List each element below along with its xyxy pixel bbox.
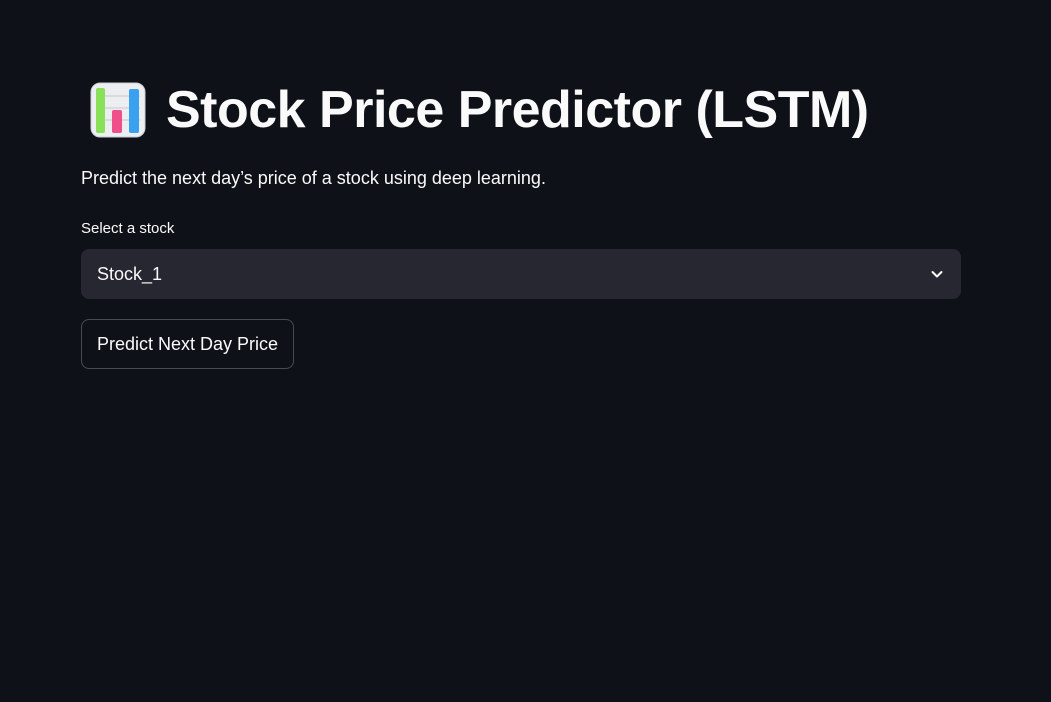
page-subtitle: Predict the next day’s price of a stock … [81, 168, 546, 188]
predict-next-day-price-button[interactable]: Predict Next Day Price [81, 319, 295, 369]
stock-select-value: Stock_1 [97, 263, 163, 284]
title-row: Stock Price Predictor (LSTM) [81, 72, 961, 148]
chevron-down-icon[interactable] [929, 266, 945, 282]
app-root: Stock Price Predictor (LSTM) Predict the… [0, 0, 1051, 702]
bar-chart-emoji-icon [90, 82, 146, 138]
page-title: Stock Price Predictor (LSTM) [166, 81, 869, 139]
stock-select[interactable]: Stock_1 [81, 249, 961, 299]
stock-select-label: Select a stock [81, 220, 175, 237]
